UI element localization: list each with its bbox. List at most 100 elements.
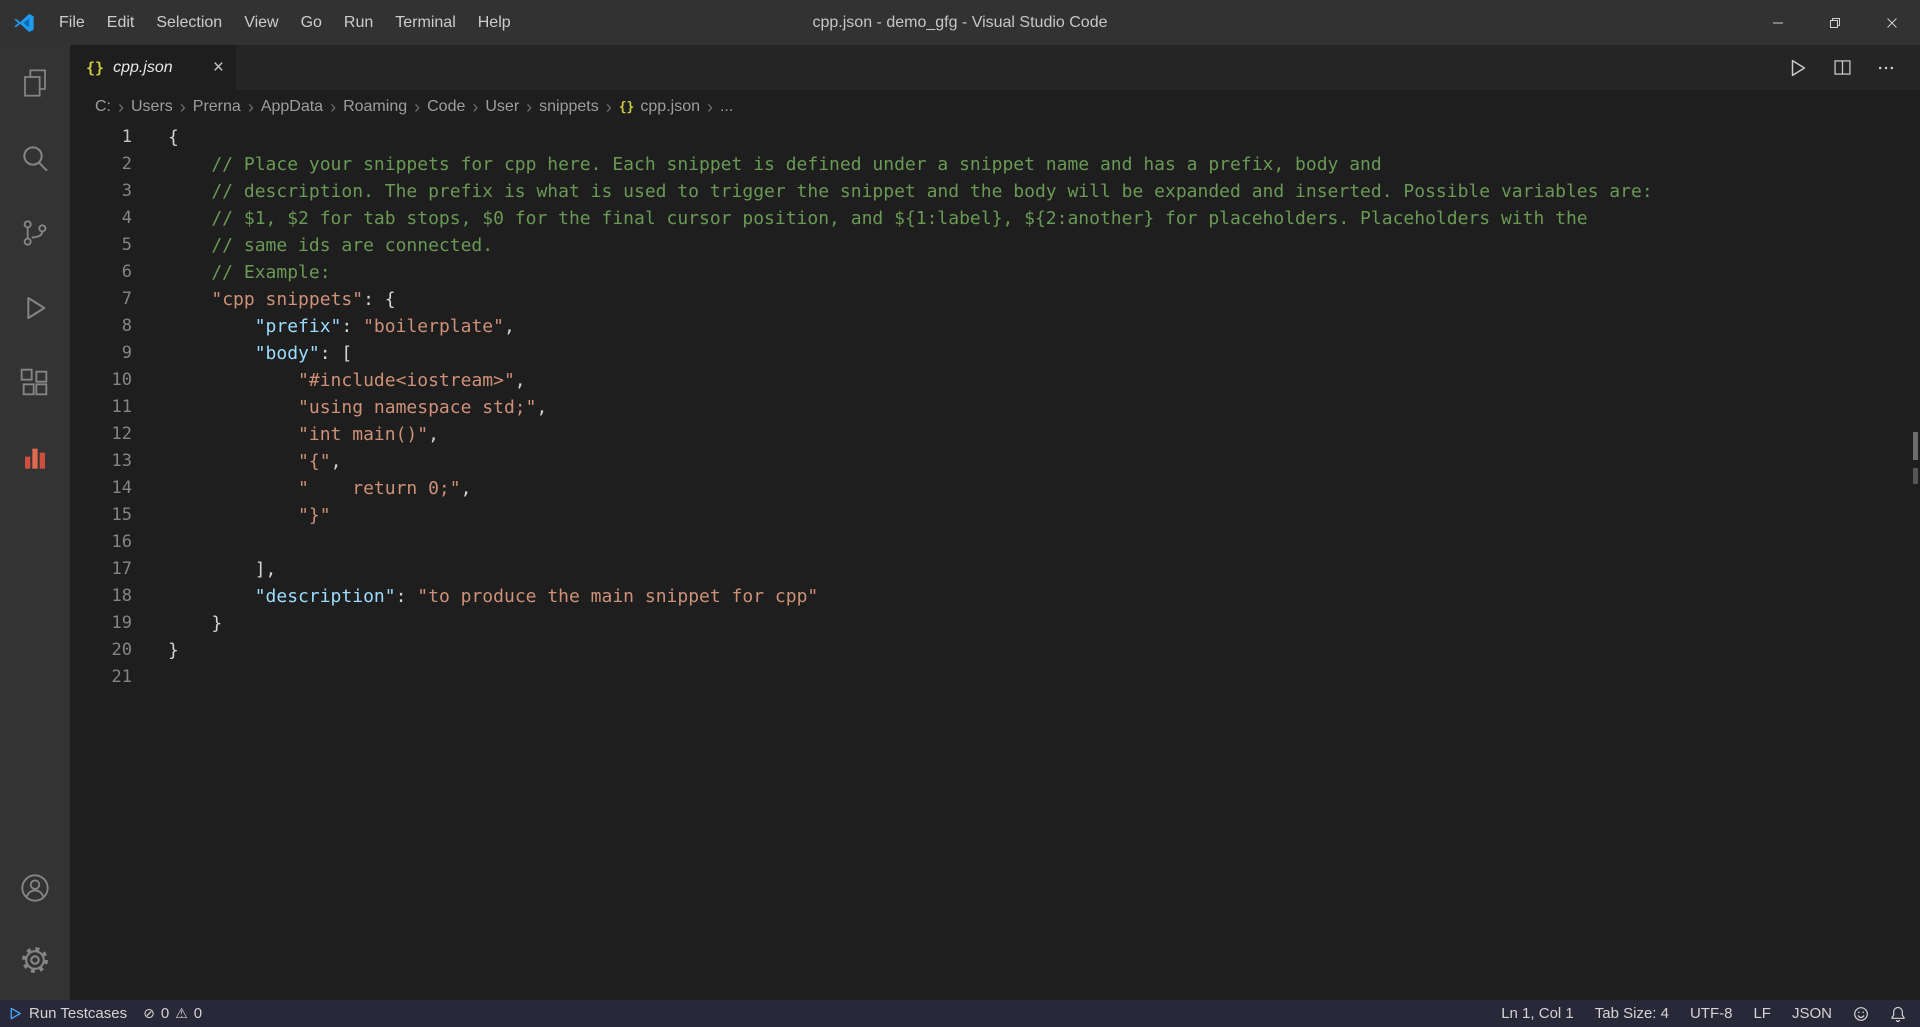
- breadcrumb-item[interactable]: User: [485, 98, 519, 116]
- more-actions-button[interactable]: [1864, 45, 1908, 90]
- code-line[interactable]: 8 "prefix": "boilerplate",: [70, 313, 1920, 340]
- breadcrumb-item[interactable]: Prerna: [193, 98, 241, 116]
- extensions-icon[interactable]: [0, 345, 70, 420]
- error-count: 0: [161, 1005, 169, 1022]
- line-number: 12: [70, 421, 132, 448]
- line-number: 1: [70, 124, 132, 151]
- window-controls: [1749, 0, 1920, 45]
- code-line[interactable]: 12 "int main()",: [70, 421, 1920, 448]
- menu-view[interactable]: View: [233, 0, 289, 45]
- code-line[interactable]: 10 "#include<iostream>",: [70, 367, 1920, 394]
- code-line[interactable]: 13 "{",: [70, 448, 1920, 475]
- code-line[interactable]: 16: [70, 529, 1920, 556]
- json-file-icon: {}: [86, 59, 104, 77]
- code-line[interactable]: 21: [70, 664, 1920, 691]
- warning-count: 0: [194, 1005, 202, 1022]
- code-line[interactable]: 1{: [70, 124, 1920, 151]
- menu-go[interactable]: Go: [290, 0, 333, 45]
- line-number: 10: [70, 367, 132, 394]
- code-line[interactable]: 17 ],: [70, 556, 1920, 583]
- breadcrumb-item[interactable]: AppData: [261, 98, 323, 116]
- breadcrumb-item[interactable]: Code: [427, 98, 465, 116]
- breadcrumb-label: ...: [720, 98, 733, 116]
- menu-terminal[interactable]: Terminal: [384, 0, 466, 45]
- source-control-icon[interactable]: [0, 195, 70, 270]
- code-line[interactable]: 11 "using namespace std;",: [70, 394, 1920, 421]
- breadcrumb-item[interactable]: Users: [131, 98, 173, 116]
- code-text: "#include<iostream>",: [132, 367, 526, 394]
- breadcrumb-label: Prerna: [193, 98, 241, 116]
- code-line[interactable]: 5 // same ids are connected.: [70, 232, 1920, 259]
- line-number: 7: [70, 286, 132, 313]
- code-text: "prefix": "boilerplate",: [132, 313, 515, 340]
- code-line[interactable]: 7 "cpp snippets": {: [70, 286, 1920, 313]
- code-line[interactable]: 9 "body": [: [70, 340, 1920, 367]
- play-icon: [8, 1006, 23, 1021]
- breadcrumb-item[interactable]: {}cpp.json: [619, 98, 700, 116]
- code-line[interactable]: 20}: [70, 637, 1920, 664]
- language-mode[interactable]: JSON: [1792, 1005, 1832, 1022]
- code-line[interactable]: 15 "}": [70, 502, 1920, 529]
- eol-indicator[interactable]: LF: [1753, 1005, 1771, 1022]
- menu-edit[interactable]: Edit: [96, 0, 146, 45]
- code-text: "cpp snippets": {: [132, 286, 396, 313]
- run-testcases-button[interactable]: Run Testcases: [8, 1005, 127, 1022]
- encoding-indicator[interactable]: UTF-8: [1690, 1005, 1733, 1022]
- line-number: 5: [70, 232, 132, 259]
- code-line[interactable]: 4 // $1, $2 for tab stops, $0 for the fi…: [70, 205, 1920, 232]
- code-text: // same ids are connected.: [132, 232, 493, 259]
- code-line[interactable]: 2 // Place your snippets for cpp here. E…: [70, 151, 1920, 178]
- tab-size-indicator[interactable]: Tab Size: 4: [1595, 1005, 1669, 1022]
- run-debug-icon[interactable]: [0, 270, 70, 345]
- status-bar-right: Ln 1, Col 1 Tab Size: 4 UTF-8 LF JSON: [1501, 1005, 1906, 1022]
- tab-label: cpp.json: [113, 59, 173, 77]
- explorer-icon[interactable]: [0, 45, 70, 120]
- feedback-smiley-icon[interactable]: [1853, 1006, 1869, 1022]
- breadcrumb-item[interactable]: C:: [95, 98, 111, 116]
- split-editor-button[interactable]: [1820, 45, 1864, 90]
- breadcrumb-separator-icon: ›: [118, 98, 124, 116]
- code-line[interactable]: 18 "description": "to produce the main s…: [70, 583, 1920, 610]
- editor-scrollbar[interactable]: [1906, 124, 1920, 1000]
- window-title: cpp.json - demo_gfg - Visual Studio Code: [813, 14, 1108, 32]
- code-line[interactable]: 3 // description. The prefix is what is …: [70, 178, 1920, 205]
- settings-gear-icon[interactable]: [0, 924, 70, 996]
- line-number: 6: [70, 259, 132, 286]
- accounts-icon[interactable]: [0, 852, 70, 924]
- breadcrumb-separator-icon: ›: [526, 98, 532, 116]
- tab-bar: {} cpp.json ×: [70, 45, 1920, 90]
- menu-help[interactable]: Help: [467, 0, 522, 45]
- line-number: 2: [70, 151, 132, 178]
- menu-selection[interactable]: Selection: [145, 0, 233, 45]
- close-button[interactable]: [1863, 0, 1920, 45]
- code-line[interactable]: 19 }: [70, 610, 1920, 637]
- problems-indicator[interactable]: ⊘ 0 ⚠ 0: [143, 1005, 202, 1022]
- minimize-button[interactable]: [1749, 0, 1806, 45]
- code-line[interactable]: 6 // Example:: [70, 259, 1920, 286]
- breadcrumb-label: cpp.json: [640, 98, 700, 116]
- status-bar: Run Testcases ⊘ 0 ⚠ 0 Ln 1, Col 1 Tab Si…: [0, 1000, 1920, 1027]
- breadcrumb-item[interactable]: ...: [720, 98, 733, 116]
- menu-file[interactable]: File: [48, 0, 96, 45]
- tab-close-icon[interactable]: ×: [203, 57, 224, 79]
- breadcrumb-item[interactable]: Roaming: [343, 98, 407, 116]
- code-text: }: [132, 610, 222, 637]
- breadcrumb-item[interactable]: snippets: [539, 98, 599, 116]
- cursor-position[interactable]: Ln 1, Col 1: [1501, 1005, 1574, 1022]
- notifications-bell-icon[interactable]: [1890, 1006, 1906, 1022]
- menu-run[interactable]: Run: [333, 0, 384, 45]
- testcases-chart-icon[interactable]: [0, 420, 70, 495]
- line-number: 11: [70, 394, 132, 421]
- code-text: "int main()",: [132, 421, 439, 448]
- activity-bar-bottom: [0, 852, 70, 996]
- tab-cpp-json[interactable]: {} cpp.json ×: [70, 45, 236, 90]
- run-button[interactable]: [1776, 45, 1820, 90]
- code-editor[interactable]: 1{2 // Place your snippets for cpp here.…: [70, 124, 1920, 1000]
- breadcrumb-label: Code: [427, 98, 465, 116]
- code-line[interactable]: 14 " return 0;",: [70, 475, 1920, 502]
- code-text: " return 0;",: [132, 475, 471, 502]
- code-text: // $1, $2 for tab stops, $0 for the fina…: [132, 205, 1588, 232]
- search-icon[interactable]: [0, 120, 70, 195]
- code-text: // description. The prefix is what is us…: [132, 178, 1653, 205]
- restore-button[interactable]: [1806, 0, 1863, 45]
